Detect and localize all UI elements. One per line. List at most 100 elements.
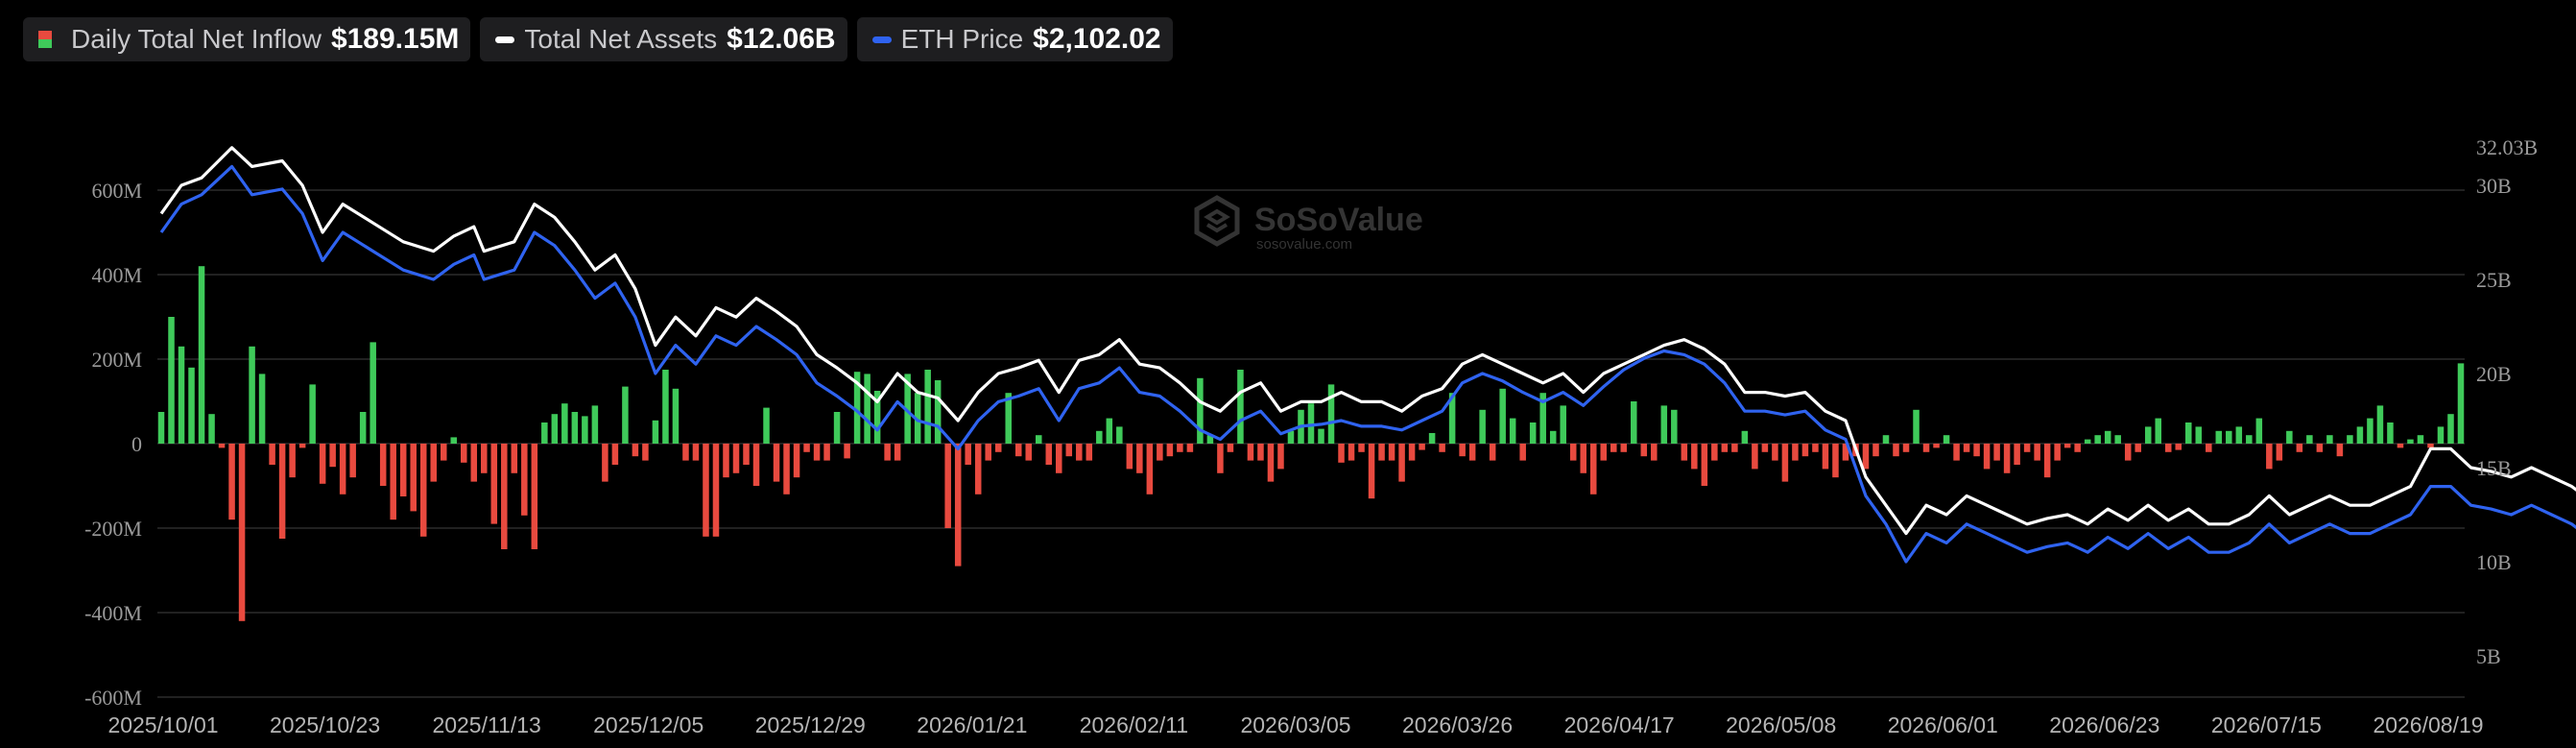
inflow-bar[interactable]	[1257, 444, 1264, 461]
inflow-bar[interactable]	[359, 412, 367, 444]
inflow-bar[interactable]	[1056, 444, 1062, 473]
inflow-bar[interactable]	[1801, 444, 1809, 457]
inflow-bar[interactable]	[2235, 426, 2243, 444]
inflow-bar[interactable]	[440, 444, 447, 461]
inflow-bar[interactable]	[188, 367, 195, 444]
inflow-bar[interactable]	[672, 388, 680, 444]
inflow-bar[interactable]	[1792, 444, 1799, 461]
inflow-bar[interactable]	[1338, 444, 1345, 463]
inflow-bar[interactable]	[470, 444, 478, 482]
inflow-bar[interactable]	[2063, 444, 2071, 448]
inflow-bar[interactable]	[1277, 444, 1284, 470]
inflow-bar[interactable]	[1651, 444, 1658, 461]
inflow-bar[interactable]	[1378, 444, 1385, 461]
inflow-bar[interactable]	[2094, 435, 2101, 444]
inflow-bar[interactable]	[965, 444, 971, 465]
inflow-bar[interactable]	[410, 444, 417, 512]
inflow-bar[interactable]	[2427, 444, 2434, 448]
inflow-bar[interactable]	[450, 437, 458, 444]
inflow-bar[interactable]	[611, 444, 619, 465]
inflow-bar[interactable]	[419, 444, 427, 537]
inflow-bar[interactable]	[642, 444, 649, 461]
inflow-bar[interactable]	[1116, 426, 1123, 444]
inflow-bar[interactable]	[1237, 370, 1244, 444]
inflow-bar[interactable]	[591, 405, 599, 444]
inflow-bar[interactable]	[481, 444, 488, 473]
inflow-bar[interactable]	[1993, 444, 2000, 461]
inflow-bar[interactable]	[2367, 418, 2373, 444]
inflow-bar[interactable]	[1671, 409, 1678, 444]
inflow-bar[interactable]	[602, 444, 608, 482]
inflow-bar[interactable]	[1681, 444, 1688, 461]
inflow-bar[interactable]	[2043, 444, 2051, 478]
inflow-bar[interactable]	[1419, 444, 1425, 450]
inflow-bar[interactable]	[833, 412, 841, 444]
inflow-bar[interactable]	[1126, 444, 1133, 470]
inflow-bar[interactable]	[511, 444, 518, 473]
inflow-bar[interactable]	[2417, 435, 2424, 444]
inflow-bar[interactable]	[2347, 435, 2353, 444]
inflow-bar[interactable]	[521, 444, 528, 516]
inflow-bar[interactable]	[1177, 444, 1183, 452]
inflow-bar[interactable]	[2246, 435, 2253, 444]
inflow-bar[interactable]	[1318, 428, 1324, 444]
inflow-bar[interactable]	[1227, 444, 1234, 452]
inflow-bar[interactable]	[1076, 444, 1083, 461]
inflow-bar[interactable]	[813, 444, 821, 461]
inflow-bar[interactable]	[944, 444, 951, 528]
inflow-bar[interactable]	[1217, 444, 1224, 473]
inflow-bar[interactable]	[349, 444, 356, 478]
inflow-bar[interactable]	[1096, 430, 1103, 444]
inflow-bar[interactable]	[238, 444, 246, 621]
inflow-bar[interactable]	[249, 346, 255, 444]
inflow-bar[interactable]	[823, 444, 830, 461]
inflow-bar[interactable]	[339, 444, 346, 495]
inflow-bar[interactable]	[1943, 435, 1950, 444]
inflow-bar[interactable]	[2124, 444, 2132, 461]
inflow-bar[interactable]	[1822, 444, 1829, 470]
inflow-bar[interactable]	[924, 370, 931, 444]
inflow-bar[interactable]	[1701, 444, 1708, 486]
inflow-bar[interactable]	[1832, 444, 1839, 478]
inflow-bar[interactable]	[2135, 444, 2141, 452]
inflow-bar[interactable]	[1933, 444, 1940, 448]
inflow-bar[interactable]	[1872, 444, 1879, 457]
inflow-bar[interactable]	[682, 444, 689, 461]
inflow-bar[interactable]	[1721, 444, 1729, 452]
inflow-bar[interactable]	[2356, 426, 2364, 444]
inflow-bar[interactable]	[974, 444, 982, 495]
inflow-bar[interactable]	[2266, 444, 2273, 470]
inflow-bar[interactable]	[2074, 444, 2081, 452]
inflow-bar[interactable]	[541, 422, 548, 444]
inflow-bar[interactable]	[571, 412, 579, 444]
inflow-bar[interactable]	[1983, 444, 1991, 470]
inflow-bar[interactable]	[399, 444, 407, 496]
inflow-bar[interactable]	[329, 444, 336, 468]
inflow-bar[interactable]	[1922, 444, 1930, 452]
inflow-bar[interactable]	[1036, 435, 1042, 444]
inflow-bar[interactable]	[1772, 444, 1778, 461]
inflow-bar[interactable]	[1560, 405, 1566, 444]
inflow-bar[interactable]	[662, 370, 669, 444]
inflow-bar[interactable]	[2397, 444, 2404, 448]
inflow-bar[interactable]	[752, 444, 760, 486]
inflow-bar[interactable]	[198, 266, 205, 444]
inflow-bar[interactable]	[1973, 444, 1980, 457]
inflow-bar[interactable]	[732, 444, 740, 473]
inflow-bar[interactable]	[844, 444, 850, 459]
inflow-bar[interactable]	[208, 414, 215, 444]
inflow-bar[interactable]	[1459, 444, 1466, 457]
inflow-bar[interactable]	[1166, 444, 1174, 457]
inflow-bar[interactable]	[278, 444, 286, 539]
inflow-bar[interactable]	[228, 444, 235, 520]
inflow-bar[interactable]	[501, 444, 508, 549]
inflow-bar[interactable]	[712, 444, 720, 537]
inflow-bar[interactable]	[2054, 444, 2061, 461]
inflow-bar[interactable]	[1398, 444, 1405, 482]
inflow-bar[interactable]	[1529, 422, 1537, 444]
inflow-bar[interactable]	[2084, 439, 2091, 444]
inflow-bar[interactable]	[319, 444, 326, 484]
inflow-bar[interactable]	[994, 444, 1002, 452]
inflow-bar[interactable]	[1640, 444, 1648, 457]
inflow-bar[interactable]	[783, 444, 790, 495]
